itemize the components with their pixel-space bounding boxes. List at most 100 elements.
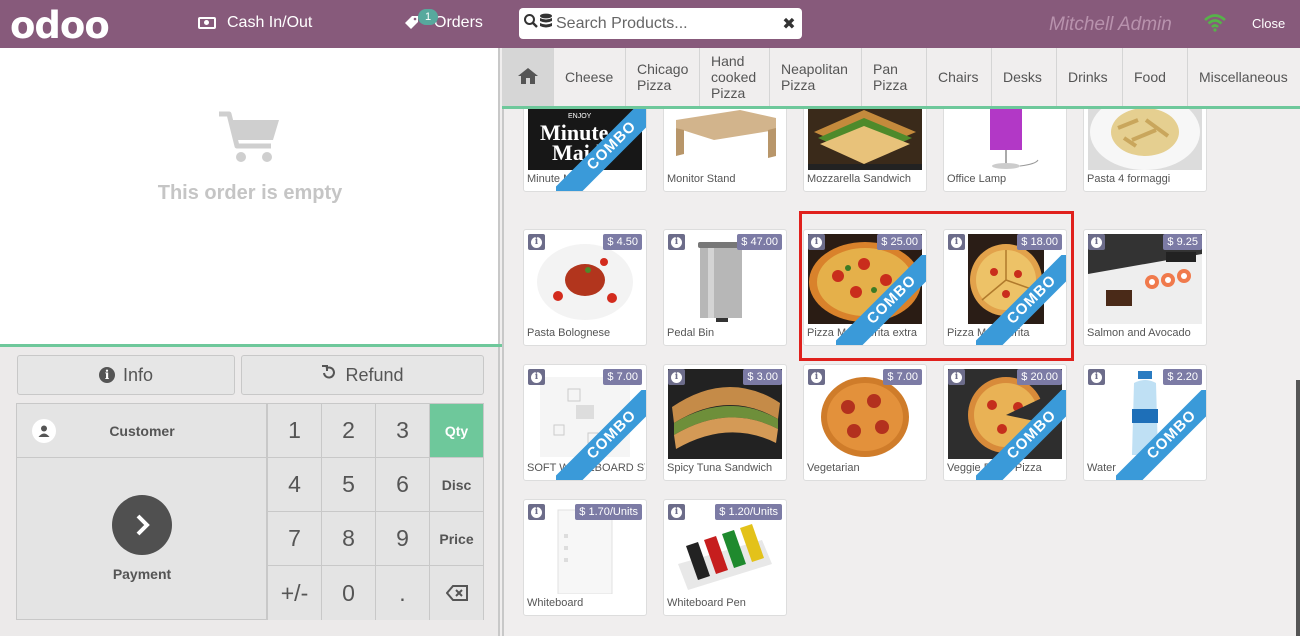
combo-ribbon: COMBO: [1116, 390, 1206, 480]
info-icon[interactable]: i: [668, 504, 685, 520]
backspace-button[interactable]: [429, 566, 483, 620]
product-price: $ 4.50: [603, 234, 642, 250]
product-card-mozzarella-sandwich[interactable]: Mozzarella Sandwich: [803, 109, 927, 192]
info-icon[interactable]: i: [528, 234, 545, 250]
category-drinks[interactable]: Drinks: [1057, 48, 1123, 106]
product-card-minute-maid[interactable]: Minute Maid ENJOY COMBO Minute Maid: [523, 109, 647, 192]
home-icon: [517, 67, 539, 88]
product-image: [1088, 109, 1202, 170]
product-card-office-lamp[interactable]: Office Lamp: [943, 109, 1067, 192]
info-icon[interactable]: i: [668, 369, 685, 385]
product-price: $ 1.20/Units: [715, 504, 782, 520]
database-icon: [539, 13, 553, 34]
category-miscellaneous[interactable]: Miscellaneous: [1188, 48, 1300, 106]
product-name: Pedal Bin: [667, 327, 715, 339]
product-card-monitor-stand[interactable]: Monitor Stand: [663, 109, 787, 192]
product-image: [668, 109, 782, 170]
undo-icon: [321, 364, 337, 386]
search-input[interactable]: [556, 14, 776, 33]
product-name: Salmon and Avocado: [1087, 327, 1191, 339]
product-card-pizza-margherita[interactable]: i $ 18.00 COMBO Pizza Margherita: [943, 229, 1067, 346]
numpad-key-0[interactable]: 0: [321, 566, 375, 620]
combo-ribbon: COMBO: [556, 109, 646, 191]
order-panel: This order is empty: [0, 48, 500, 344]
product-name: Mozzarella Sandwich: [807, 173, 911, 185]
category-cheese[interactable]: Cheese: [554, 48, 626, 106]
product-price: $ 7.00: [883, 369, 922, 385]
numpad-key-5[interactable]: 5: [321, 458, 375, 512]
product-price: $ 7.00: [603, 369, 642, 385]
product-image: [948, 109, 1062, 170]
product-name: Whiteboard: [527, 597, 584, 609]
product-card-pasta-bolognese[interactable]: i $ 4.50 Pasta Bolognese: [523, 229, 647, 346]
product-list-scrollbar[interactable]: [1296, 380, 1300, 636]
product-price: $ 2.20: [1163, 369, 1202, 385]
combo-ribbon: COMBO: [976, 255, 1066, 345]
top-bar: odoo Cash In/Out 1 Orders ✖ Mitchell Adm…: [0, 0, 1300, 48]
category-hand-cooked-pizza[interactable]: Hand cooked Pizza: [700, 48, 770, 106]
refund-button[interactable]: Refund: [241, 355, 484, 395]
numpad-key-7[interactable]: 7: [267, 512, 321, 566]
cashier-name[interactable]: Mitchell Admin: [1049, 14, 1172, 36]
close-button[interactable]: Close: [1252, 16, 1285, 31]
category-food[interactable]: Food: [1123, 48, 1188, 106]
info-icon[interactable]: i: [948, 369, 965, 385]
product-name: Spicy Tuna Sandwich: [667, 462, 773, 474]
payment-button[interactable]: Payment: [17, 458, 267, 620]
numpad-key-1[interactable]: 1: [267, 404, 321, 458]
info-button[interactable]: i Info: [17, 355, 235, 395]
money-icon: [198, 17, 216, 29]
info-icon[interactable]: i: [808, 369, 825, 385]
category-chicago-pizza[interactable]: Chicago Pizza: [626, 48, 700, 106]
product-card-vegetarian[interactable]: i $ 7.00 Vegetarian: [803, 364, 927, 481]
info-icon[interactable]: i: [808, 234, 825, 250]
numpad-key-8[interactable]: 8: [321, 512, 375, 566]
disc-mode-button[interactable]: Disc: [429, 458, 483, 512]
numpad-key-dot[interactable]: .: [375, 566, 429, 620]
numpad-key-2[interactable]: 2: [321, 404, 375, 458]
product-card-salmon-and-avocado[interactable]: i $ 9.25 Salmon and Avocado: [1083, 229, 1207, 346]
orders-button[interactable]: 1 Orders: [404, 9, 483, 32]
product-price: $ 20.00: [1017, 369, 1062, 385]
product-list: Minute Maid ENJOY COMBO Minute Maid Monito…: [502, 109, 1300, 636]
category-neapolitan-pizza[interactable]: Neapolitan Pizza: [770, 48, 862, 106]
product-card-whiteboard[interactable]: i $ 1.70/Units Whiteboard: [523, 499, 647, 616]
price-mode-button[interactable]: Price: [429, 512, 483, 566]
numpad-key-9[interactable]: 9: [375, 512, 429, 566]
info-icon[interactable]: i: [528, 504, 545, 520]
numpad-key-3[interactable]: 3: [375, 404, 429, 458]
refund-label: Refund: [345, 364, 404, 385]
category-desks[interactable]: Desks: [992, 48, 1057, 106]
product-card-pizza-margherita-extra[interactable]: i $ 25.00 COMBO Pizza Margherita extra: [803, 229, 927, 346]
clear-search-icon[interactable]: ✖: [776, 14, 802, 34]
search-icon: [523, 13, 539, 34]
home-category-button[interactable]: [502, 48, 554, 106]
numpad-key-4[interactable]: 4: [267, 458, 321, 512]
product-card-veggie-pasta-pizza[interactable]: i $ 20.00 COMBO Veggie Pasta Pizza: [943, 364, 1067, 481]
qty-mode-button[interactable]: Qty: [429, 404, 483, 458]
product-card-water[interactable]: i $ 2.20 COMBO Water: [1083, 364, 1207, 481]
product-price: $ 25.00: [877, 234, 922, 250]
numpad-key-plus-minus[interactable]: +/-: [267, 566, 321, 620]
search-bar: ✖: [519, 8, 802, 39]
info-icon[interactable]: i: [948, 234, 965, 250]
product-card-soft-whiteboard-stand[interactable]: i $ 7.00 COMBO SOFT WHITEBOARD STAND: [523, 364, 647, 481]
product-card-pasta-4-formaggi[interactable]: Pasta 4 formaggi: [1083, 109, 1207, 192]
backspace-icon: [445, 580, 468, 607]
info-icon[interactable]: i: [668, 234, 685, 250]
info-icon[interactable]: i: [528, 369, 545, 385]
category-pan-pizza[interactable]: Pan Pizza: [862, 48, 927, 106]
combo-ribbon: COMBO: [556, 390, 646, 480]
cash-in-out-button[interactable]: Cash In/Out: [198, 14, 312, 32]
info-icon[interactable]: i: [1088, 234, 1105, 250]
product-card-whiteboard-pen[interactable]: i $ 1.20/Units Whiteboard Pen: [663, 499, 787, 616]
product-card-pedal-bin[interactable]: i $ 47.00 Pedal Bin: [663, 229, 787, 346]
product-price: $ 3.00: [743, 369, 782, 385]
shopping-cart-icon: [217, 110, 283, 171]
numpad-key-6[interactable]: 6: [375, 458, 429, 512]
category-chairs[interactable]: Chairs: [927, 48, 992, 106]
product-image: [808, 109, 922, 170]
product-card-spicy-tuna-sandwich[interactable]: i $ 3.00 Spicy Tuna Sandwich: [663, 364, 787, 481]
info-icon[interactable]: i: [1088, 369, 1105, 385]
customer-button[interactable]: Customer: [17, 404, 267, 458]
